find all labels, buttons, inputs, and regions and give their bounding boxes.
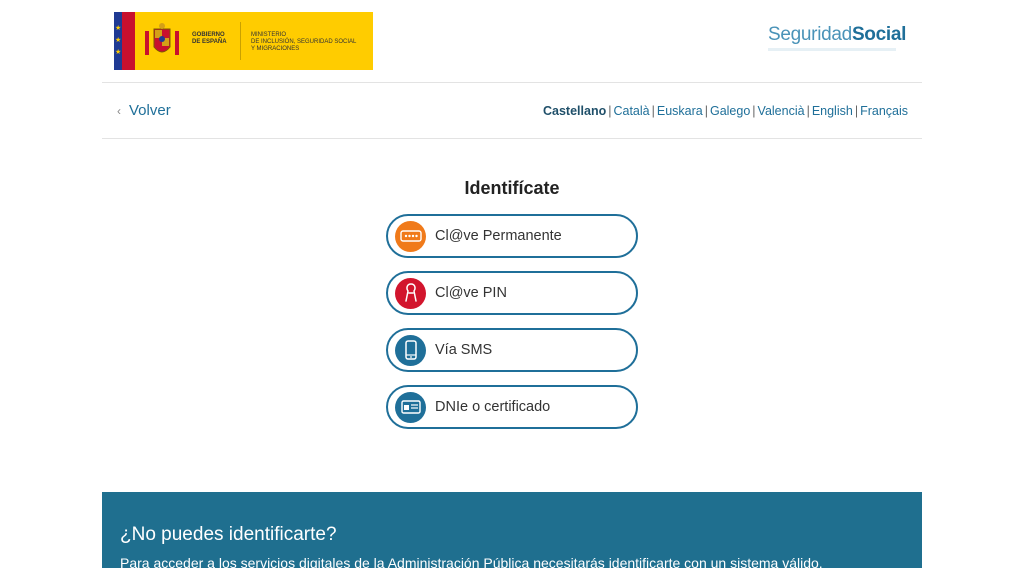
- language-castellano[interactable]: Castellano: [543, 104, 606, 118]
- back-link-label: Volver: [129, 102, 171, 119]
- back-link[interactable]: ‹ Volver: [117, 102, 171, 119]
- eu-spain-flag-strip: ★ ★ ★: [114, 12, 136, 70]
- site-header: ★ ★ ★ Gobierno de España Ministerio de I…: [102, 0, 922, 83]
- clave-permanente-label: Cl@ve Permanente: [435, 228, 562, 244]
- language-selector: Castellano | Català | Euskara | Galego | Val…: [543, 104, 908, 118]
- password-icon: [395, 220, 426, 252]
- language-euskara[interactable]: Euskara: [657, 104, 703, 118]
- coat-of-arms-icon: [145, 23, 179, 55]
- via-sms-button[interactable]: Vía SMS: [386, 328, 638, 372]
- help-text: Para acceder a los servicios digitales d…: [120, 555, 823, 568]
- dnie-certificado-button[interactable]: DNIe o certificado: [386, 385, 638, 429]
- government-label: Gobierno de España: [192, 32, 227, 45]
- navigation-bar: ‹ Volver Castellano | Català | Euskara | Ga…: [102, 83, 922, 139]
- via-sms-label: Vía SMS: [435, 342, 493, 358]
- language-francais[interactable]: Français: [860, 104, 908, 118]
- help-banner: ¿No puedes identificarte? Para acceder a…: [102, 492, 922, 568]
- help-heading: ¿No puedes identificarte?: [120, 524, 337, 545]
- language-catala[interactable]: Català: [613, 104, 649, 118]
- clave-pin-label: Cl@ve PIN: [435, 285, 507, 301]
- language-galego[interactable]: Galego: [710, 104, 750, 118]
- banner-divider: [240, 22, 241, 60]
- ministry-label: Ministerio de Inclusión, Seguridad Socia…: [251, 32, 357, 52]
- language-valencia[interactable]: Valencià: [758, 104, 805, 118]
- clave-permanente-button[interactable]: Cl@ve Permanente: [386, 214, 638, 258]
- seguridad-social-logo[interactable]: SeguridadSocial: [768, 24, 906, 51]
- mobile-phone-icon: [395, 334, 426, 366]
- dnie-certificado-label: DNIe o certificado: [435, 399, 551, 415]
- pin-code-icon: [395, 277, 426, 309]
- chevron-left-icon: ‹: [117, 103, 121, 118]
- language-english[interactable]: English: [812, 104, 853, 118]
- id-card-icon: [395, 391, 426, 423]
- clave-pin-button[interactable]: Cl@ve PIN: [386, 271, 638, 315]
- government-logo[interactable]: ★ ★ ★ Gobierno de España Ministerio de I…: [114, 12, 373, 70]
- page-title: Identifícate: [464, 178, 560, 198]
